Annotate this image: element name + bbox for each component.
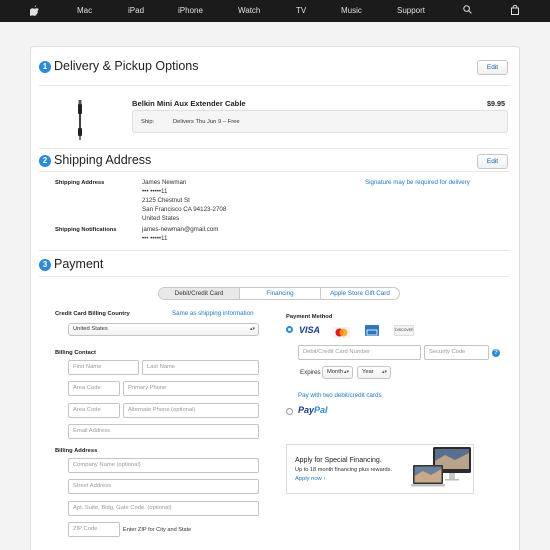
checkout-card: 1 Delivery & Pickup Options Edit Belkin …: [30, 46, 520, 550]
delivery-section-title: Delivery & Pickup Options: [54, 59, 199, 73]
expiry-year-value: Year: [362, 369, 374, 375]
expiry-year-select[interactable]: Year ▴▾: [357, 366, 391, 379]
ship-value: Delivers Thu Jun 9 – Free: [173, 119, 240, 125]
expires-label: Expires: [300, 369, 321, 376]
card-radio[interactable]: [286, 326, 293, 333]
search-icon[interactable]: [463, 0, 472, 22]
step-2-badge: 2: [39, 155, 51, 167]
company-field[interactable]: Company Name (optional): [68, 458, 259, 473]
expiry-month-select[interactable]: Month ▴▾: [322, 366, 353, 379]
payment-tabs: Debit/Credit Card Financing Apple Store …: [158, 287, 400, 300]
email-field[interactable]: Email Address: [68, 424, 259, 439]
payment-method-label: Payment Method: [286, 314, 333, 320]
nav-tv[interactable]: TV: [296, 0, 306, 22]
address-line: San Francisco CA 94123-2708: [142, 206, 227, 213]
divider: [39, 148, 509, 149]
apple-logo-icon[interactable]: [30, 0, 39, 22]
signature-note-link[interactable]: Signature may be required for delivery: [365, 179, 470, 187]
billing-contact-label: Billing Contact: [55, 350, 96, 356]
divider: [39, 276, 509, 277]
tab-financing[interactable]: Financing: [240, 288, 320, 299]
bag-icon[interactable]: [511, 0, 519, 22]
tab-gift-card[interactable]: Apple Store Gift Card: [321, 288, 399, 299]
address-line: 2125 Chestnut St: [142, 197, 190, 204]
alternate-phone-field[interactable]: Alternate Phone (optional): [123, 403, 259, 418]
nav-support[interactable]: Support: [397, 0, 425, 22]
alt-area-code-field[interactable]: Area Code: [68, 403, 120, 418]
product-image: [76, 100, 84, 140]
step-3-badge: 3: [39, 259, 51, 271]
address-line: James Newman: [142, 179, 187, 186]
chevron-updown-icon: ▴▾: [381, 369, 387, 375]
expiry-month-value: Month: [327, 369, 344, 375]
apt-suite-field[interactable]: Apt, Suite, Bldg, Gate Code. (optional): [68, 501, 259, 516]
billing-address-label: Billing Address: [55, 448, 98, 454]
tab-debit-credit-card[interactable]: Debit/Credit Card: [159, 288, 239, 299]
shipping-address-label: Shipping Address: [55, 180, 105, 186]
edit-delivery-button[interactable]: Edit: [477, 60, 508, 75]
street-address-field[interactable]: Street Address: [68, 479, 259, 494]
billing-country-label: Credit Card Billing Country: [55, 311, 130, 317]
payment-section-title: Payment: [54, 257, 104, 271]
divider: [39, 171, 509, 172]
apply-now-link[interactable]: Apply now ›: [295, 475, 325, 483]
visa-logo: VISA: [299, 325, 321, 335]
paypal-logo-pay: Pay: [298, 405, 315, 415]
paypal-logo-pal: Pal: [314, 405, 328, 415]
address-line: United States: [142, 215, 180, 222]
promo-body: Up to 18 month financing plus rewards.: [295, 467, 393, 473]
global-nav: Mac iPad iPhone Watch TV Music Support: [0, 0, 550, 22]
nav-iphone[interactable]: iPhone: [178, 0, 203, 22]
nav-ipad[interactable]: iPad: [128, 0, 144, 22]
shipping-notifications-label: Shipping Notifications: [55, 227, 117, 233]
edit-shipping-button[interactable]: Edit: [477, 154, 508, 169]
chevron-updown-icon: ▴▾: [343, 369, 349, 375]
paypal-radio[interactable]: [286, 408, 293, 415]
shipping-section-title: Shipping Address: [54, 153, 152, 167]
primary-phone-field[interactable]: Primary Phone: [123, 381, 259, 396]
nav-music[interactable]: Music: [341, 0, 362, 22]
billing-country-select[interactable]: United States ▴▾: [68, 323, 259, 336]
discover-logo: DISCOVER: [394, 325, 414, 336]
first-name-field[interactable]: First Name: [68, 360, 139, 375]
card-number-field[interactable]: Debit/Credit Card Number: [298, 345, 421, 360]
divider: [39, 250, 509, 251]
amex-logo: [365, 325, 379, 336]
billing-country-value: United States: [73, 326, 108, 332]
chevron-updown-icon: ▴▾: [249, 326, 255, 332]
area-code-field[interactable]: Area Code: [68, 381, 120, 396]
divider: [39, 85, 509, 86]
notification-line: james-newman@gmail.com: [142, 226, 219, 233]
security-code-field[interactable]: Security Code: [424, 345, 489, 360]
mastercard-logo: [333, 325, 350, 338]
address-line: ••• •••••11: [142, 188, 168, 195]
nav-watch[interactable]: Watch: [238, 0, 260, 22]
promo-devices-image: [411, 447, 473, 489]
help-icon[interactable]: ?: [492, 349, 500, 357]
last-name-field[interactable]: Last Name: [142, 360, 259, 375]
paypal-logo: PayPal: [298, 405, 328, 416]
two-cards-link[interactable]: Pay with two debit/credit cards: [298, 392, 382, 400]
promo-title: Apply for Special Financing.: [295, 457, 382, 464]
notification-line: ••• •••••11: [142, 235, 168, 242]
ship-label: Ship:: [141, 119, 155, 125]
nav-mac[interactable]: Mac: [77, 0, 92, 22]
step-1-badge: 1: [39, 61, 51, 73]
product-price: $9.95: [487, 99, 505, 108]
product-name: Belkin Mini Aux Extender Cable: [132, 99, 246, 108]
zip-note: Enter ZIP for City and State: [123, 527, 192, 533]
zip-code-field[interactable]: ZIP Code: [68, 522, 120, 537]
same-as-shipping-link[interactable]: Same as shipping information: [172, 310, 254, 318]
